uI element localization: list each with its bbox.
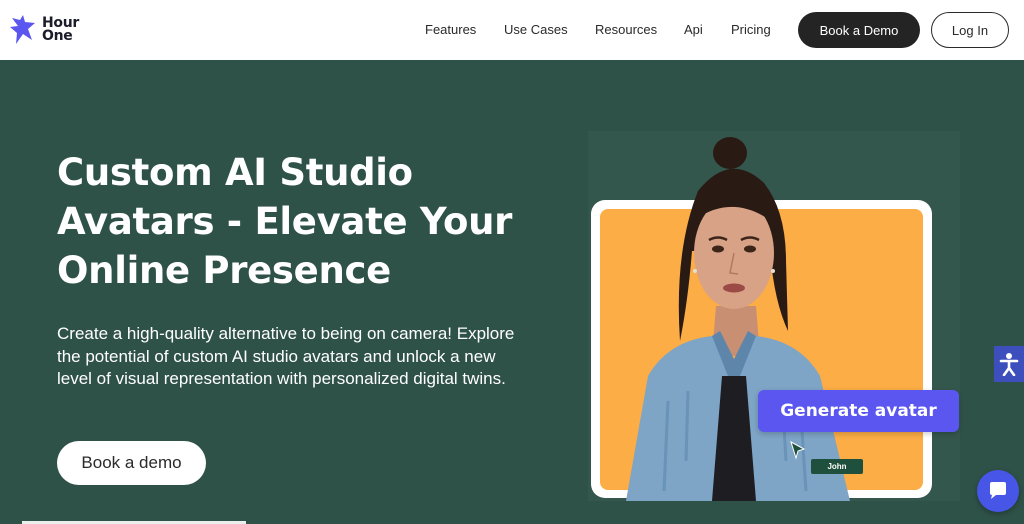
nav-api[interactable]: Api (684, 21, 703, 39)
nav-pricing[interactable]: Pricing (731, 21, 771, 39)
hero-description: Create a high-quality alternative to bei… (57, 324, 515, 388)
nav-resources[interactable]: Resources (595, 21, 657, 39)
avatar-person-image (626, 137, 850, 501)
hour-one-logo[interactable]: Hour One (8, 12, 88, 48)
avatar-name-tag: John (811, 459, 863, 474)
cursor-icon (790, 441, 806, 460)
logo-line-2: One (42, 28, 73, 44)
hero-book-demo-button[interactable]: Book a demo (57, 441, 206, 485)
book-demo-button[interactable]: Book a Demo (798, 12, 920, 48)
chat-icon (990, 482, 1006, 499)
login-button[interactable]: Log In (931, 12, 1009, 48)
nav-use-cases[interactable]: Use Cases (504, 21, 568, 39)
site-header: Hour One Features Use Cases Resources Ap… (0, 0, 1024, 60)
logo-text: Hour One (42, 16, 79, 44)
chat-button[interactable] (977, 470, 1019, 512)
hero-title: Custom AI Studio Avatars - Elevate Your … (57, 151, 513, 292)
nav-features[interactable]: Features (425, 21, 476, 39)
logo-mark-icon (10, 15, 35, 44)
generate-avatar-button[interactable]: Generate avatar (758, 390, 959, 432)
accessibility-button[interactable] (994, 346, 1024, 382)
accessibility-icon (999, 353, 1019, 376)
